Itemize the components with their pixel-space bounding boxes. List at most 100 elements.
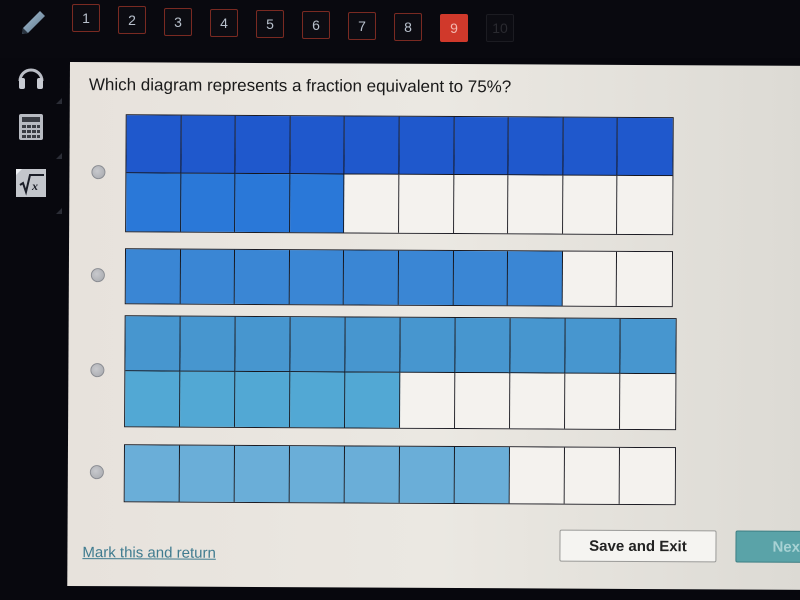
question-nav-button[interactable]: 1 [72,4,100,32]
shaded-cell [124,445,180,502]
fraction-diagram [124,248,674,308]
svg-text:x: x [31,179,38,193]
shaded-cell [508,117,564,176]
empty-cell [455,373,511,429]
answer-option[interactable] [69,248,800,308]
shaded-cell [453,251,509,306]
shaded-cell [125,249,181,304]
shaded-cell [289,250,345,305]
empty-cell [619,447,675,505]
shaded-cell [235,316,291,373]
calculator-icon [19,114,43,140]
shaded-cell [125,316,181,372]
answer-options [70,62,800,506]
pencil-icon[interactable] [18,8,48,38]
answer-option[interactable] [69,315,800,431]
calculator-button[interactable] [14,110,48,144]
fraction-diagram [123,444,676,506]
shaded-cell [563,117,619,176]
shaded-cell [289,174,345,233]
question-nav-button[interactable]: 9 [440,14,468,42]
answer-radio[interactable] [89,465,104,480]
empty-cell [510,373,566,429]
shaded-cell [454,447,510,504]
shaded-cell [344,116,400,175]
shaded-cell [234,249,290,305]
shaded-cell [344,446,400,503]
shaded-cell [126,173,182,232]
shaded-cell [510,318,566,374]
corner-indicator [56,153,62,159]
shaded-cell [290,372,346,428]
empty-cell [620,373,676,430]
empty-cell [508,175,564,234]
answer-radio[interactable] [90,363,105,378]
shaded-cell [235,371,291,428]
shaded-cell [345,372,401,428]
question-nav-button[interactable]: 6 [302,11,330,39]
formula-button[interactable]: x [14,166,48,200]
shaded-cell [126,115,182,174]
shaded-cell [290,317,346,373]
tool-sidebar: x [0,58,70,600]
shaded-cell [181,115,236,174]
shaded-cell [454,117,509,176]
question-navigation: 1 2 3 4 5 6 7 8 9 10 [72,2,514,42]
empty-cell [509,447,565,504]
corner-indicator [56,208,62,214]
question-text: Which diagram represents a fraction equi… [88,75,512,97]
shaded-cell [344,250,400,305]
question-nav-button[interactable]: 3 [164,8,192,36]
shaded-cell [400,317,456,374]
save-and-exit-button[interactable]: Save and Exit [559,529,717,563]
question-nav-button[interactable]: 4 [210,9,238,37]
answer-option[interactable] [70,114,800,236]
empty-cell [617,175,673,235]
question-nav-button[interactable]: 7 [348,12,376,40]
shaded-cell [180,173,236,232]
corner-indicator [56,98,62,104]
question-nav-button[interactable]: 8 [394,13,422,41]
shaded-cell [507,251,563,306]
shaded-cell [180,249,236,304]
fraction-diagram [125,114,674,236]
empty-cell [562,251,618,306]
shaded-cell [345,317,401,373]
shaded-cell [125,371,181,427]
mark-and-return-link[interactable]: Mark this and return [82,544,215,562]
question-nav-button[interactable]: 2 [118,6,146,34]
shaded-cell [179,445,235,502]
shaded-cell [180,371,236,427]
shaded-cell [398,250,454,306]
shaded-cell [565,318,621,374]
empty-cell [562,175,618,234]
shaded-cell [290,116,346,175]
shaded-cell [617,117,673,177]
top-bar: 1 2 3 4 5 6 7 8 9 10 [0,0,800,58]
empty-cell [399,174,455,234]
question-nav-button[interactable]: 5 [256,10,284,38]
shaded-cell [235,173,291,233]
shaded-cell [289,446,345,503]
answer-radio[interactable] [91,165,106,180]
shaded-cell [399,116,455,176]
question-nav-button: 10 [486,14,514,42]
empty-cell [564,447,620,504]
next-button[interactable]: Next [735,530,800,563]
shaded-cell [234,445,290,503]
empty-cell [617,251,672,307]
shaded-cell [455,318,511,374]
shaded-cell [180,316,236,372]
formula-icon: x [16,169,46,197]
shaded-cell [235,115,291,175]
empty-cell [565,373,621,429]
empty-cell [344,174,400,233]
fraction-diagram [124,315,677,431]
shaded-cell [620,318,676,375]
answer-option[interactable] [68,444,800,506]
empty-cell [453,175,509,234]
answer-radio[interactable] [90,268,105,283]
headphones-button[interactable] [14,60,48,94]
question-panel: Which diagram represents a fraction equi… [67,62,800,590]
shaded-cell [399,446,455,504]
